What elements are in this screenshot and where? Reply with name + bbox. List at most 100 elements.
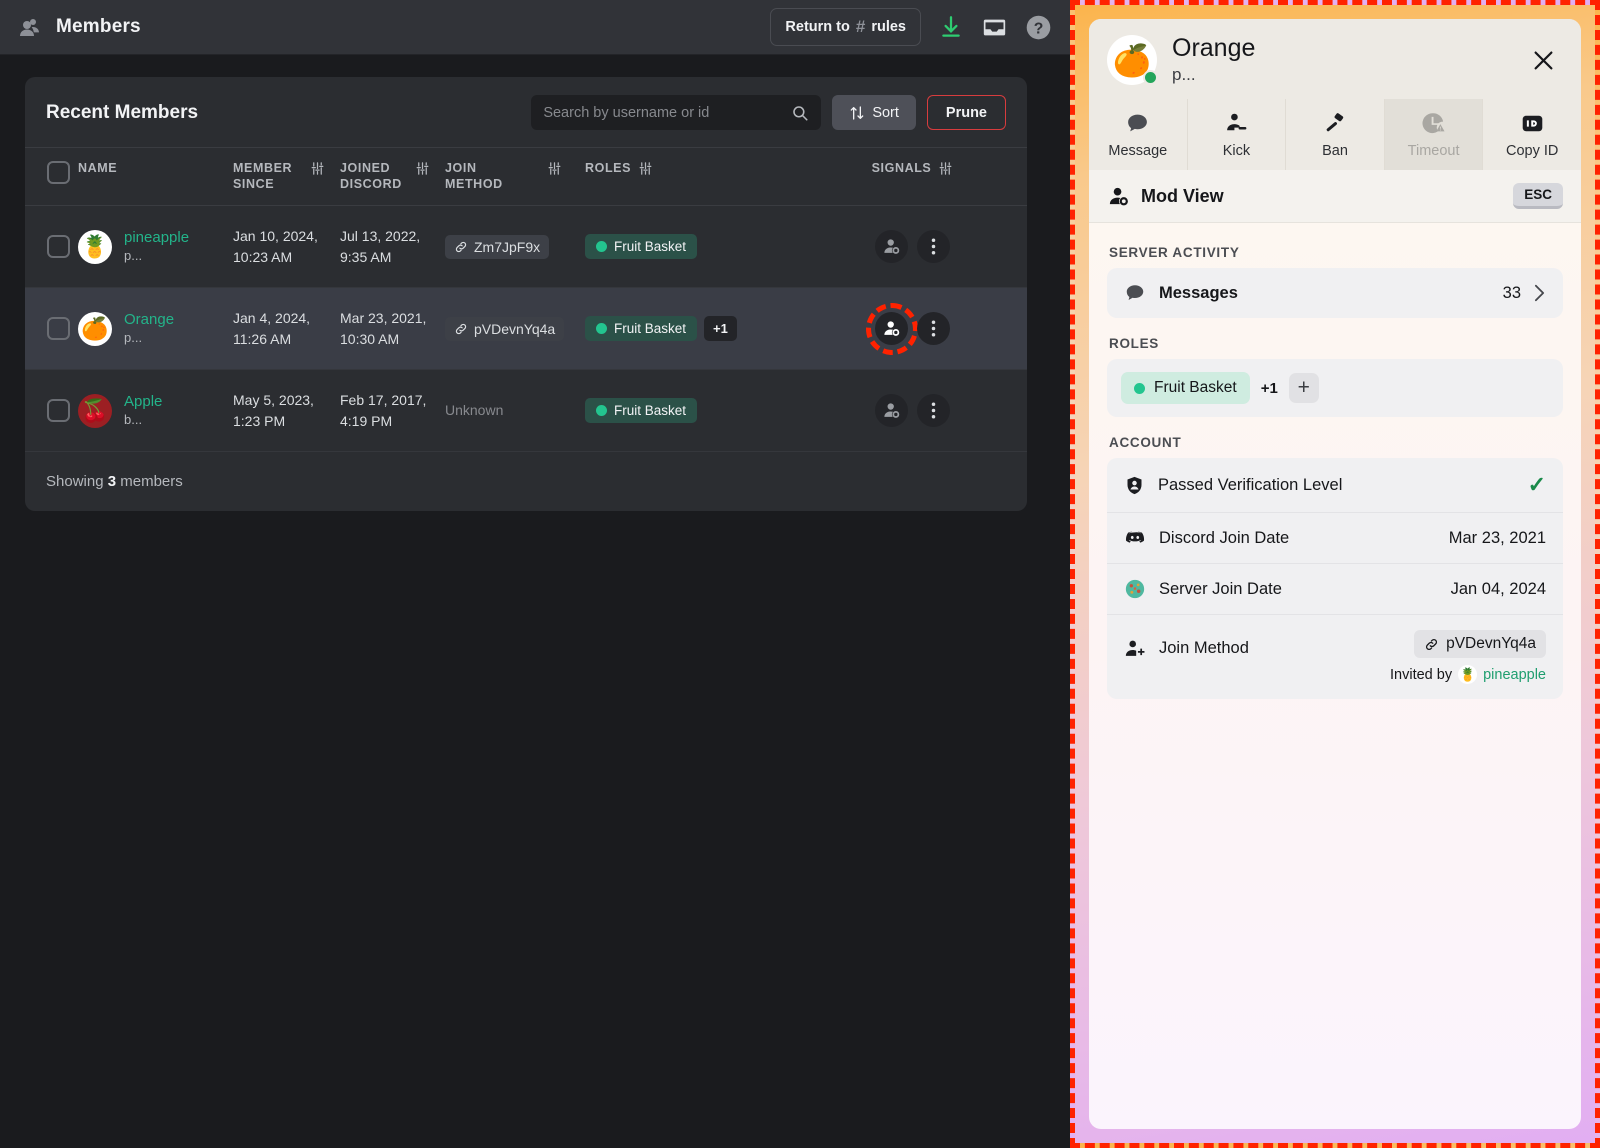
link-icon [454, 322, 468, 336]
link-icon [1424, 637, 1439, 652]
inbox-icon[interactable] [981, 14, 1008, 41]
member-since-value: May 5, 2023, 1:23 PM [233, 392, 314, 429]
messages-row[interactable]: Messages 33 [1107, 268, 1563, 318]
role-pill[interactable]: Fruit Basket [585, 316, 698, 342]
member-actions-bar: Message Kick Ban Timeout Copy ID [1089, 99, 1581, 171]
results-count: Showing 3 members [25, 452, 1027, 511]
role-pill[interactable]: Fruit Basket [585, 398, 698, 424]
row-checkbox[interactable] [25, 235, 78, 259]
invite-code-chip[interactable]: pVDevnYq4a [1414, 630, 1546, 659]
column-header-roles[interactable]: ROLES [585, 161, 798, 177]
role-name: Fruit Basket [614, 239, 687, 255]
search-input[interactable]: Search by username or id [531, 95, 822, 130]
discord-logo-icon [1124, 527, 1146, 549]
link-icon [454, 240, 468, 254]
join-method-cell: Unknown [445, 402, 585, 420]
role-overflow-count[interactable]: +1 [1261, 380, 1278, 397]
timeout-button[interactable]: Timeout [1383, 99, 1483, 171]
filter-icon[interactable] [938, 161, 953, 176]
roles-section-label: ROLES [1109, 336, 1160, 352]
role-name: Fruit Basket [614, 403, 687, 419]
ban-button[interactable]: Ban [1285, 99, 1384, 171]
table-header: NAME MEMBER SINCE JOINED DISCORD JOIN ME… [25, 147, 1027, 207]
avatar: 🍊 [78, 311, 112, 346]
prune-button[interactable]: Prune [926, 95, 1006, 130]
server-join-date-row: Server Join Date Jan 04, 2024 [1107, 563, 1563, 614]
role-overflow-count[interactable]: +1 [704, 316, 737, 342]
filter-icon[interactable] [547, 161, 562, 176]
card-title: Recent Members [46, 101, 199, 123]
member-subtext: p... [124, 329, 143, 345]
kick-icon [1224, 111, 1249, 136]
roles-group: Fruit Basket +1 + [1107, 359, 1563, 418]
filter-icon[interactable] [415, 161, 430, 176]
download-icon[interactable] [938, 14, 964, 40]
column-header-joined-discord[interactable]: JOINED DISCORD [340, 161, 445, 192]
column-header-name[interactable]: NAME [78, 161, 233, 177]
member-name-cell: 🍒 Apple b... [78, 393, 233, 429]
members-icon [18, 15, 42, 39]
annotation-ring [865, 302, 918, 355]
invited-by-prefix: Invited by [1390, 666, 1453, 683]
roles-cell: Fruit Basket +1 [585, 316, 798, 342]
column-header-join-method[interactable]: JOIN METHOD [445, 161, 585, 192]
column-header-member-since[interactable]: MEMBER SINCE [233, 161, 340, 192]
filter-icon[interactable] [638, 161, 653, 176]
row-more-options-button[interactable] [917, 230, 950, 264]
table-row[interactable]: 🍒 Apple b... May 5, 2023, 1:23 PM Feb 17… [25, 370, 1027, 453]
column-label: MEMBER SINCE [233, 161, 293, 191]
message-button[interactable]: Message [1089, 99, 1187, 170]
avatar: 🍒 [78, 393, 112, 428]
inviter-username[interactable]: pineapple [1483, 667, 1546, 683]
inviter-avatar: 🍍 [1458, 665, 1478, 685]
esc-key-badge[interactable]: ESC [1513, 183, 1563, 210]
member-username[interactable]: pineapple [124, 229, 189, 246]
page-title: Members [56, 16, 141, 37]
mod-view-panel: 🍊 Orange p... Message Kick Ban Timeout C… [1089, 19, 1581, 1129]
member-name-cell: 🍍 pineapple p... [78, 229, 233, 265]
mod-view-icon-button[interactable] [865, 302, 918, 355]
mod-view-icon-button[interactable] [875, 230, 908, 264]
top-bar: Members Return to # rules ? [0, 0, 1070, 55]
member-username[interactable]: Apple [124, 393, 162, 410]
member-since-value: Jan 4, 2024, 11:26 AM [233, 310, 311, 347]
select-all-checkbox[interactable] [25, 161, 78, 184]
showing-suffix: members [120, 473, 183, 491]
verification-row: Passed Verification Level ✓ [1107, 458, 1563, 512]
discord-join-date-label: Discord Join Date [1159, 528, 1290, 547]
table-row[interactable]: 🍍 pineapple p... Jan 10, 2024, 10:23 AM … [25, 206, 1027, 289]
row-more-options-button[interactable] [917, 394, 950, 428]
role-name: Fruit Basket [614, 321, 687, 337]
action-label: Kick [1222, 143, 1251, 160]
role-pill[interactable]: Fruit Basket [585, 234, 698, 260]
help-icon[interactable]: ? [1025, 14, 1052, 41]
signals-cell [798, 394, 1027, 428]
add-role-button[interactable]: + [1288, 373, 1319, 404]
hammer-icon [1322, 111, 1347, 136]
row-checkbox[interactable] [25, 317, 78, 341]
mod-view-body: SERVER ACTIVITY Messages 33 ROLES Fruit … [1089, 223, 1581, 1129]
panel-header: 🍊 Orange p... [1089, 19, 1581, 100]
invite-code-chip[interactable]: Zm7JpF9x [445, 234, 550, 259]
showing-count: 3 [107, 473, 117, 491]
mod-view-bar: Mod View ESC [1089, 170, 1581, 224]
close-icon[interactable] [1524, 43, 1563, 78]
mod-view-panel-annotated: 🍊 Orange p... Message Kick Ban Timeout C… [1070, 0, 1600, 1148]
row-checkbox[interactable] [25, 399, 78, 423]
action-label: Message [1108, 143, 1168, 160]
role-pill[interactable]: Fruit Basket [1121, 372, 1250, 405]
action-label: Copy ID [1505, 143, 1559, 160]
copy-id-button[interactable]: Copy ID [1482, 99, 1581, 171]
table-row[interactable]: 🍊 Orange p... Jan 4, 2024, 11:26 AM Mar … [25, 288, 1027, 371]
mod-view-icon-button[interactable] [875, 394, 908, 428]
invite-code-chip[interactable]: pVDevnYq4a [445, 316, 565, 341]
sort-button[interactable]: Sort [832, 95, 916, 130]
kick-button[interactable]: Kick [1186, 99, 1286, 171]
member-username[interactable]: Orange [124, 311, 174, 328]
return-to-rules-button[interactable]: Return to # rules [770, 8, 921, 46]
filter-icon[interactable] [310, 161, 325, 176]
roles-cell: Fruit Basket [585, 398, 798, 424]
column-header-signals[interactable]: SIGNALS [798, 161, 1027, 177]
row-more-options-button[interactable] [917, 312, 950, 346]
message-icon [1125, 111, 1150, 136]
